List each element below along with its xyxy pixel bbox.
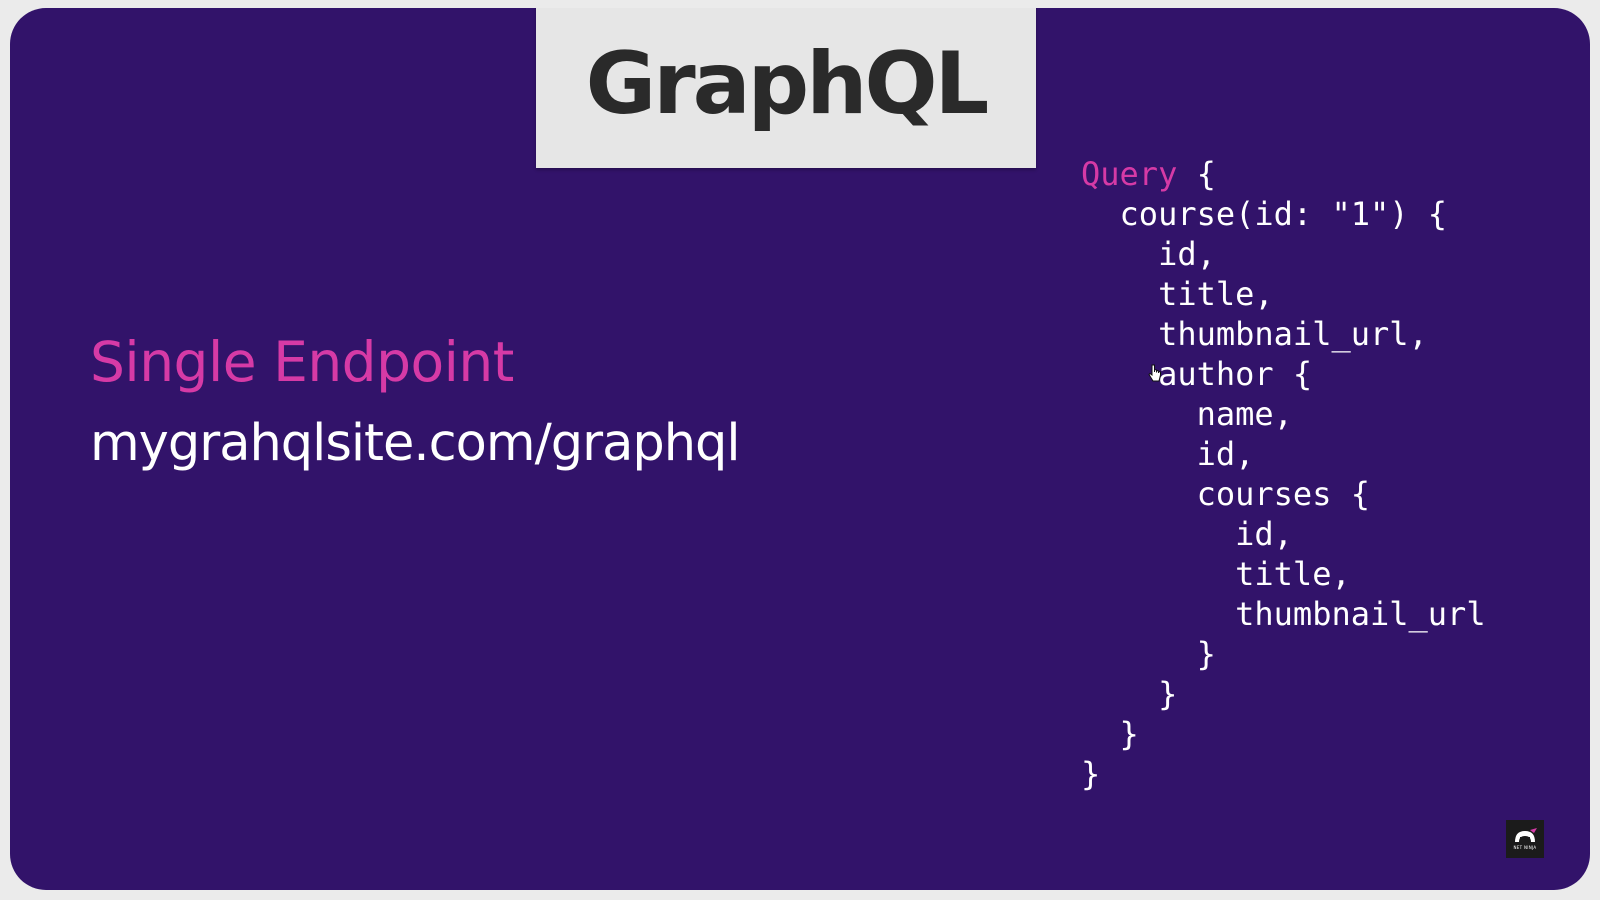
logo-text: NET NINJA [1513,845,1537,850]
code-line-2: course(id: "1") { [1081,195,1448,233]
code-line-11: title, [1081,555,1351,593]
code-line-text: { [1177,155,1216,193]
hand-pointer-icon [1148,364,1161,382]
title-card: GraphQL [536,8,1036,168]
code-line-1: Query { [1081,154,1486,194]
code-block: Query { course(id: "1") { id, title, thu… [1081,154,1486,794]
code-line-4: title, [1081,275,1274,313]
slide-title: GraphQL [585,34,990,134]
slide: GraphQL Single Endpoint mygrahqlsite.com… [10,8,1590,890]
code-line-7: name, [1081,395,1293,433]
code-line-14: } [1081,675,1178,713]
code-line-3: id, [1081,235,1216,273]
code-line-6: author { [1081,355,1313,393]
code-line-8: id, [1081,435,1255,473]
code-line-10: id, [1081,515,1293,553]
endpoint-url: mygrahqlsite.com/graphql [90,414,741,473]
ninja-head-icon [1515,828,1537,842]
section-heading: Single Endpoint [90,330,514,394]
code-line-13: } [1081,635,1216,673]
code-keyword: Query [1081,155,1178,193]
code-line-12: thumbnail_url [1081,595,1486,633]
code-line-9: courses { [1081,475,1370,513]
code-line-16: } [1081,755,1101,793]
code-line-15: } [1081,715,1139,753]
net-ninja-logo-icon: NET NINJA [1506,820,1544,858]
code-line-5: thumbnail_url, [1081,315,1428,353]
